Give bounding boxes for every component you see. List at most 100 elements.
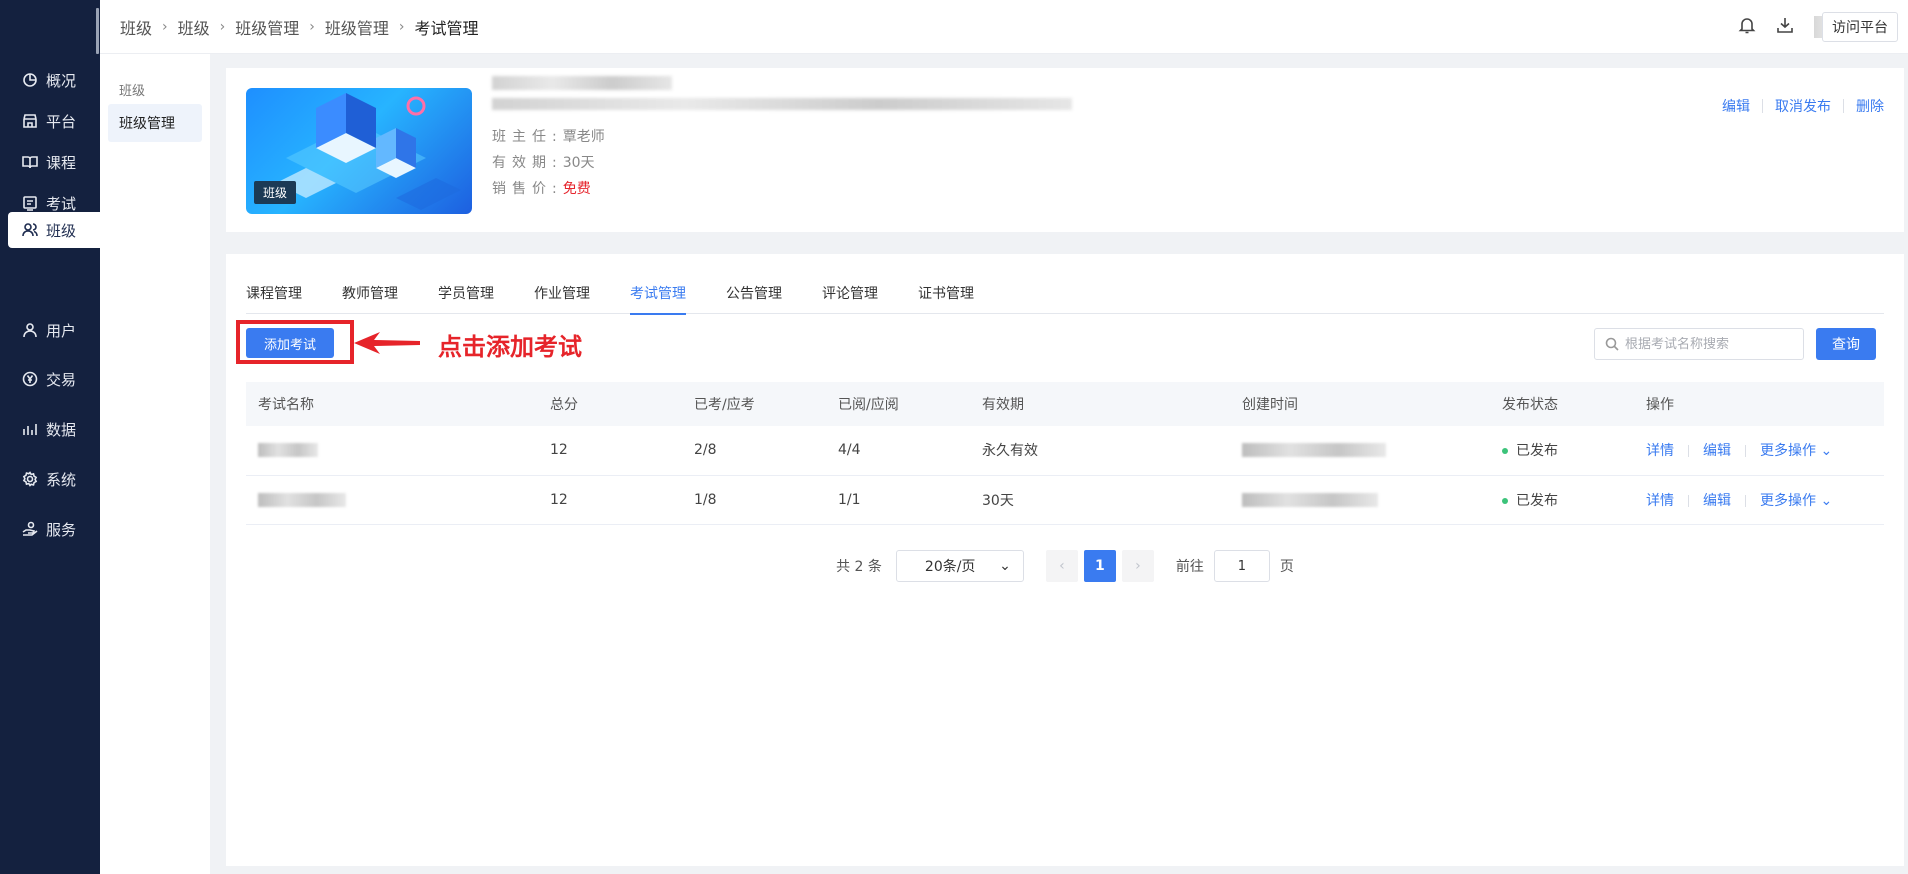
exam-search-input[interactable] xyxy=(1625,336,1795,352)
column-header: 总分 xyxy=(550,397,578,413)
visit-platform-button[interactable]: 访问平台 xyxy=(1822,12,1898,42)
bell-icon[interactable] xyxy=(1738,16,1756,38)
tab-certificate-management[interactable]: 证书管理 xyxy=(918,274,974,314)
nav-item-label: 班级 xyxy=(46,221,77,240)
chevron-down-icon: ⌄ xyxy=(1816,492,1833,509)
user-icon xyxy=(22,322,38,338)
chevron-down-icon: ⌄ xyxy=(999,558,1011,574)
blurred-created-time xyxy=(1242,443,1386,458)
query-button[interactable]: 查询 xyxy=(1816,328,1876,360)
graded-cell: 1/1 xyxy=(838,491,861,508)
created-time-cell xyxy=(1230,426,1490,475)
validity-cell: 30天 xyxy=(982,492,1014,509)
column-header: 考试名称 xyxy=(258,397,314,413)
blurred-description xyxy=(492,98,1072,110)
validity-key: 有效期: xyxy=(492,155,563,171)
teacher-row: 班主任:覃老师 xyxy=(492,126,605,146)
nav-item-label: 服务 xyxy=(46,520,77,539)
more-actions-dropdown[interactable]: 更多操作 ⌄ xyxy=(1760,493,1832,509)
score-cell: 12 xyxy=(550,442,568,459)
table-header-row: 考试名称 总分 已考/应考 已阅/应阅 有效期 创建时间 发布状态 操作 xyxy=(246,382,1884,426)
page-size-select[interactable]: 20条/页 ⌄ xyxy=(895,550,1024,582)
status-cell: 已发布 xyxy=(1490,426,1634,475)
bar-chart-icon xyxy=(22,421,38,437)
nav-item-data[interactable]: 数据 xyxy=(8,411,100,447)
blurred-exam-name xyxy=(258,443,318,458)
nav-item-label: 系统 xyxy=(46,470,77,489)
nav-item-label: 用户 xyxy=(46,321,77,340)
subnav-item-class-management[interactable]: 班级管理 xyxy=(108,104,202,142)
status-text: 已发布 xyxy=(1516,443,1558,460)
column-header: 已阅/应阅 xyxy=(838,397,899,413)
main-sidebar: 概况 平台 课程 考试 班级 用户 交易 数据 系统 服务 xyxy=(0,0,100,874)
detail-link[interactable]: 详情 xyxy=(1646,443,1674,459)
blurred-title xyxy=(492,76,672,90)
teacher-value: 覃老师 xyxy=(562,129,605,145)
goto-page-input[interactable] xyxy=(1213,550,1270,582)
delete-class-link[interactable]: 删除 xyxy=(1856,96,1884,116)
nav-item-overview[interactable]: 概况 xyxy=(8,62,100,98)
divider xyxy=(1688,494,1689,507)
nav-item-user[interactable]: 用户 xyxy=(8,312,100,348)
nav-item-system[interactable]: 系统 xyxy=(8,461,100,497)
tab-homework-management[interactable]: 作业管理 xyxy=(534,274,590,314)
breadcrumb-item[interactable]: 班级管理 xyxy=(325,15,389,39)
tab-comment-management[interactable]: 评论管理 xyxy=(822,274,878,314)
yen-icon xyxy=(22,371,38,387)
edit-class-link[interactable]: 编辑 xyxy=(1722,96,1750,116)
prev-page-button[interactable]: ‹ xyxy=(1045,550,1078,582)
table-row: 12 2/8 4/4 永久有效 已发布 详情 编辑 更多操作 ⌄ xyxy=(246,426,1884,475)
sidebar-resize-handle[interactable] xyxy=(96,8,99,54)
nav-item-service[interactable]: 服务 xyxy=(8,511,100,547)
breadcrumb-item[interactable]: 班级管理 xyxy=(235,15,299,39)
download-icon[interactable] xyxy=(1776,16,1794,38)
annotation-arrow-icon xyxy=(354,332,420,354)
secondary-sidebar: 班级 班级管理 xyxy=(100,54,210,874)
total-count: 共 2 条 xyxy=(836,559,882,575)
edit-link[interactable]: 编辑 xyxy=(1703,443,1731,459)
edit-link[interactable]: 编辑 xyxy=(1703,493,1731,509)
nav-item-course[interactable]: 课程 xyxy=(8,144,100,180)
tab-teacher-management[interactable]: 教师管理 xyxy=(342,274,398,314)
tab-course-management[interactable]: 课程管理 xyxy=(246,274,302,314)
add-exam-button[interactable]: 添加考试 xyxy=(246,328,334,358)
detail-link[interactable]: 详情 xyxy=(1646,493,1674,509)
chevron-right-icon: › xyxy=(1135,558,1141,574)
nav-item-platform[interactable]: 平台 xyxy=(8,103,100,139)
store-icon xyxy=(22,113,38,129)
nav-item-trade[interactable]: 交易 xyxy=(8,361,100,397)
exam-search-box[interactable] xyxy=(1594,328,1804,360)
validity-cell: 永久有效 xyxy=(982,443,1038,460)
divider xyxy=(1843,99,1844,113)
chevron-right-icon: › xyxy=(162,19,168,35)
breadcrumb-item[interactable]: 班级 xyxy=(178,15,210,39)
exam-management-panel: 课程管理 教师管理 学员管理 作业管理 考试管理 公告管理 评论管理 证书管理 … xyxy=(226,254,1904,866)
table-row: 12 1/8 1/1 30天 已发布 详情 编辑 更多操作 ⌄ xyxy=(246,475,1884,524)
nav-item-label: 概况 xyxy=(46,71,77,90)
blurred-created-time xyxy=(1242,492,1378,507)
next-page-button[interactable]: › xyxy=(1121,550,1154,582)
price-value: 免费 xyxy=(562,181,591,197)
breadcrumb-item[interactable]: 班级 xyxy=(120,15,152,39)
page-size-value: 20条/页 xyxy=(924,559,976,575)
breadcrumb: 班级 › 班级 › 班级管理 › 班级管理 › 考试管理 xyxy=(120,0,479,54)
nav-item-class[interactable]: 班级 xyxy=(8,212,100,248)
top-header: 班级 › 班级 › 班级管理 › 班级管理 › 考试管理 访问平台 xyxy=(100,0,1908,54)
tab-notice-management[interactable]: 公告管理 xyxy=(726,274,782,314)
more-actions-label: 更多操作 xyxy=(1760,492,1816,509)
ops-cell: 详情 编辑 更多操作 ⌄ xyxy=(1634,475,1884,524)
class-cover-image: 班级 xyxy=(246,88,472,214)
class-info-card: 班级 班主任:覃老师 有效期:30天 销售价:免费 编辑 取消发布 删除 xyxy=(226,68,1904,232)
tab-exam-management[interactable]: 考试管理 xyxy=(630,274,686,315)
page-number-current[interactable]: 1 xyxy=(1083,550,1116,582)
unpublish-link[interactable]: 取消发布 xyxy=(1775,96,1831,116)
more-actions-dropdown[interactable]: 更多操作 ⌄ xyxy=(1760,443,1832,459)
class-group-icon xyxy=(22,222,38,238)
divider xyxy=(1745,445,1746,458)
more-actions-label: 更多操作 xyxy=(1760,443,1816,460)
tab-student-management[interactable]: 学员管理 xyxy=(438,274,494,314)
subnav-group-label: 班级 xyxy=(119,84,146,99)
annotation-text: 点击添加考试 xyxy=(438,332,582,361)
pagination: 共 2 条 20条/页 ⌄ ‹ 1 › 前往 页 xyxy=(226,550,1904,582)
chevron-right-icon: › xyxy=(309,19,315,35)
